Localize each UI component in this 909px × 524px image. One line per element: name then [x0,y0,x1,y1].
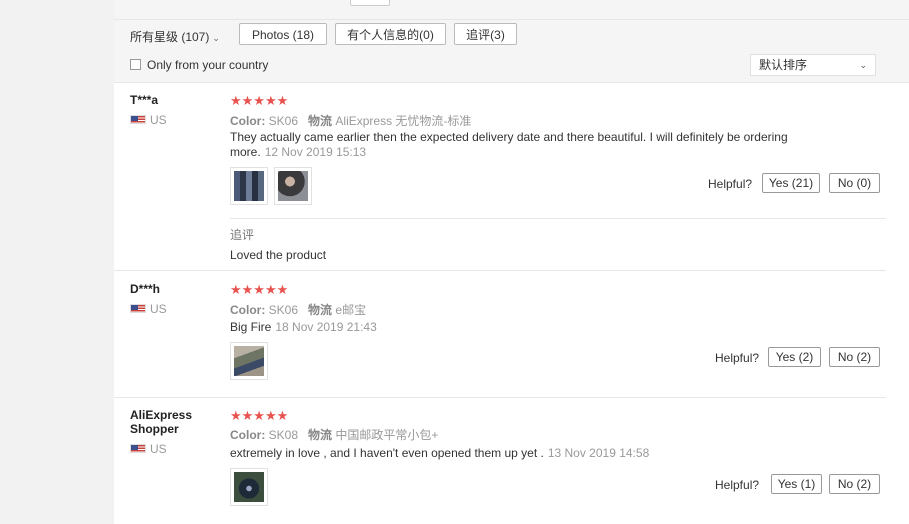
color-value: SK08 [268,428,299,442]
reviewer-country: US [130,442,167,456]
country-code: US [150,113,167,127]
review-text: They actually came earlier then the expe… [230,130,790,160]
star-rating: ★★★★★ [230,93,289,108]
color-label: Color: [230,303,266,317]
shipping-value: AliExpress 无忧物流-标准 [335,114,472,128]
page-stub-button[interactable] [350,0,390,6]
helpful-no-button[interactable]: No (0) [829,173,880,193]
review-date: 13 Nov 2019 14:58 [547,446,650,460]
reviewer-name: T***a [130,93,159,107]
review-date: 18 Nov 2019 21:43 [275,320,377,334]
review-item: AliExpress Shopper US ★★★★★ Color: SK08 … [114,398,886,524]
helpful-yes-button[interactable]: Yes (21) [762,173,820,193]
star-rating: ★★★★★ [230,282,289,297]
sort-dropdown[interactable]: 默认排序 ⌄ [750,54,876,76]
checkbox-icon[interactable] [130,59,141,70]
helpful-label: Helpful? [715,351,760,365]
review-photo-thumbnail[interactable] [230,167,268,205]
reviewer-country: US [130,113,167,127]
star-rating-filter-label: 所有星级 (107) [130,30,210,44]
chevron-down-icon: ⌄ [212,33,220,43]
country-code: US [150,302,167,316]
helpful-no-button[interactable]: No (2) [829,474,880,494]
reviews-panel: 所有星级 (107) ⌄ Photos (18) 有个人信息的(0) 追评(3) … [114,0,909,524]
review-attributes: Color: SK06 物流 e邮宝 [230,301,366,318]
helpful-yes-button[interactable]: Yes (1) [771,474,822,494]
shipping-label: 物流 [308,114,333,128]
review-text: Big Fire 18 Nov 2019 21:43 [230,320,790,335]
us-flag-icon [130,115,146,124]
helpful-no-button[interactable]: No (2) [829,347,880,367]
star-rating-filter[interactable]: 所有星级 (107) ⌄ [130,28,220,45]
us-flag-icon [130,444,146,453]
review-photo-thumbnail[interactable] [230,468,268,506]
review-photo [234,472,264,502]
reviewer-name: AliExpress Shopper [130,408,193,436]
us-flag-icon [130,304,146,313]
shipping-value: 中国邮政平常小包+ [335,428,439,442]
reviewer-country: US [130,302,167,316]
review-filter-bar: 所有星级 (107) ⌄ Photos (18) 有个人信息的(0) 追评(3) … [114,0,909,83]
review-photo [278,171,308,201]
shipping-label: 物流 [308,428,333,442]
color-value: SK06 [268,114,299,128]
color-label: Color: [230,114,266,128]
divider [114,19,909,20]
personal-info-filter-button[interactable]: 有个人信息的(0) [335,23,446,45]
helpful-yes-button[interactable]: Yes (2) [768,347,821,367]
review-attributes: Color: SK08 物流 中国邮政平常小包+ [230,426,438,443]
additional-review-text: Loved the product [230,248,327,262]
only-country-checkbox[interactable]: Only from your country [130,58,268,72]
additional-review-filter-button[interactable]: 追评(3) [454,23,517,45]
review-attributes: Color: SK06 物流 AliExpress 无忧物流-标准 [230,112,471,129]
review-item: D***h US ★★★★★ Color: SK06 物流 e邮宝 Big Fi… [114,271,886,398]
review-photo-thumbnail[interactable] [274,167,312,205]
chevron-down-icon: ⌄ [859,60,867,70]
review-date: 12 Nov 2019 15:13 [264,145,367,159]
photos-filter-button[interactable]: Photos (18) [239,23,327,45]
review-item: T***a US ★★★★★ Color: SK06 物流 AliExpress… [114,83,886,271]
sort-dropdown-label: 默认排序 [759,58,808,72]
additional-review-label: 追评 [230,228,255,242]
color-value: SK06 [268,303,299,317]
shipping-label: 物流 [308,303,333,317]
review-body: extremely in love , and I haven't even o… [230,446,544,460]
review-photo [234,171,264,201]
reviewer-name: D***h [130,282,161,296]
review-body: Big Fire [230,320,272,334]
color-label: Color: [230,428,266,442]
shipping-value: e邮宝 [335,303,367,317]
only-country-label: Only from your country [147,58,269,72]
review-text: extremely in love , and I haven't even o… [230,446,790,461]
divider [230,218,886,219]
review-photo-thumbnail[interactable] [230,342,268,380]
country-code: US [150,442,167,456]
helpful-label: Helpful? [715,478,760,492]
review-photo [234,346,264,376]
helpful-label: Helpful? [708,177,753,191]
star-rating: ★★★★★ [230,408,289,423]
